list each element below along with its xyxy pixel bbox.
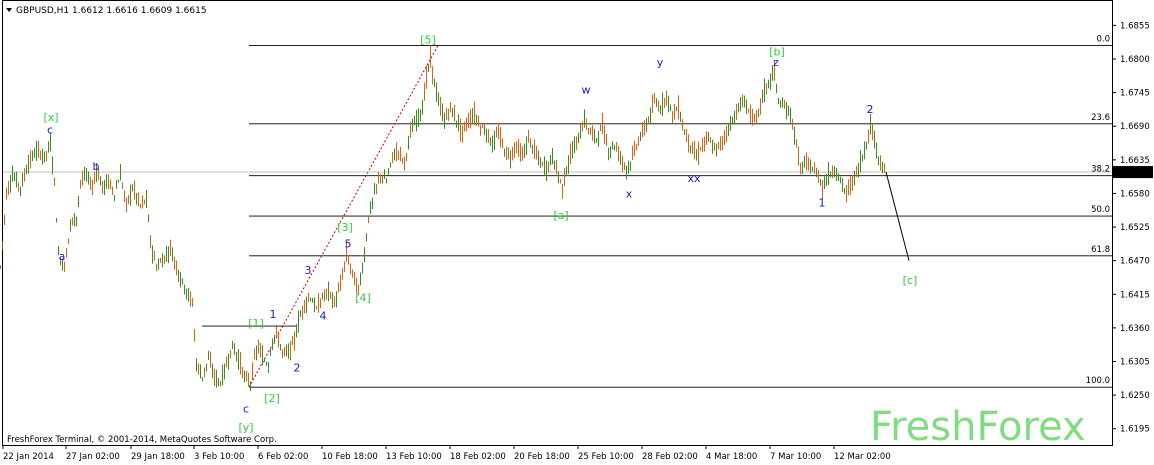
fib-level-label: 50.0	[1091, 205, 1110, 215]
x-tick-label: 27 Jan 02:00	[66, 452, 120, 462]
x-tick-label: 22 Jan 2014	[3, 452, 54, 462]
wave-label: a	[59, 250, 66, 263]
wave-label: [3]	[337, 221, 353, 234]
symbol-header-text: GBPUSD,H1 1.6612 1.6616 1.6609 1.6615	[16, 6, 207, 16]
wave-label: w	[582, 84, 591, 97]
y-tick-label: 1.6250	[1120, 391, 1150, 401]
wave-label: x	[626, 187, 633, 200]
wave-label: [4]	[355, 291, 371, 304]
wave-label: 2	[867, 103, 874, 116]
wave-label: [x]	[43, 111, 58, 124]
y-tick-label: 1.6360	[1120, 324, 1150, 334]
wave-label: 1	[819, 197, 826, 210]
x-tick-label: 6 Feb 02:00	[258, 452, 308, 462]
wave-label: 5	[345, 238, 352, 251]
y-tick-label: 1.6470	[1120, 257, 1150, 267]
current-price-label: 1.6615	[1116, 168, 1146, 178]
wave-label: [5]	[420, 33, 436, 46]
x-tick-label: 12 Mar 02:00	[834, 452, 891, 462]
wave-label: xx	[687, 172, 701, 185]
x-tick-label: 10 Feb 18:00	[322, 452, 378, 462]
wave-label: y	[657, 56, 664, 69]
fib-level-label: 0.0	[1096, 35, 1110, 45]
chart-frame	[2, 0, 1113, 446]
x-tick-label: 20 Feb 18:00	[514, 452, 570, 462]
chart-root: 0.0 23.6 38.2 50.0 61.8 100.0 [x] c b a [1] 1 2 [2] c…	[0, 0, 1154, 465]
wave-label: z	[773, 56, 779, 69]
x-tick-label: 25 Feb 10:00	[578, 452, 634, 462]
wave-label: c	[243, 403, 249, 416]
y-tick-label: 1.6635	[1120, 156, 1150, 166]
price-chart[interactable]: 0.023.638.250.061.8100.0 [x]cba[1]12[2]c…	[0, 0, 1154, 465]
symbol-header: GBPUSD,H1 1.6612 1.6616 1.6609 1.6615	[6, 6, 207, 16]
x-tick-label: 18 Feb 02:00	[450, 452, 506, 462]
wave-label: 3	[305, 264, 312, 277]
fib-level-label: 61.8	[1091, 245, 1110, 255]
y-tick-label: 1.6525	[1120, 223, 1150, 233]
y-tick-label: 1.6305	[1120, 358, 1150, 368]
fib-level-label: 23.6	[1091, 113, 1110, 123]
wave-label: [c]	[903, 274, 918, 287]
copyright-text: FreshForex Terminal, © 2001-2014, MetaQu…	[7, 435, 277, 445]
y-tick-label: 1.6415	[1120, 290, 1150, 300]
wave-label: c	[47, 123, 53, 136]
wave-label: [2]	[264, 392, 280, 405]
x-tick-label: 7 Mar 10:00	[770, 452, 821, 462]
y-tick-label: 1.6690	[1120, 122, 1150, 132]
wave-label: 2	[294, 362, 301, 375]
fib-level-label: 100.0	[1086, 376, 1110, 386]
y-tick-label: 1.6800	[1120, 55, 1150, 65]
wave-label: b	[93, 160, 100, 173]
y-tick-label: 1.6580	[1120, 189, 1150, 199]
x-tick-label: 13 Feb 10:00	[386, 452, 442, 462]
wave-label: 4	[320, 310, 327, 323]
x-tick-label: 3 Feb 10:00	[194, 452, 244, 462]
x-tick-label: 29 Jan 18:00	[131, 452, 185, 462]
wave-label: [1]	[248, 317, 264, 330]
y-tick-label: 1.6855	[1120, 21, 1150, 31]
wave-label: [a]	[553, 209, 568, 222]
wave-label: [y]	[238, 421, 253, 434]
y-tick-label: 1.6745	[1120, 89, 1150, 99]
fib-level-label: 38.2	[1091, 165, 1110, 175]
wave-label: 1	[270, 308, 277, 321]
brand-watermark: FreshForex	[870, 404, 1086, 450]
x-tick-label: 28 Feb 02:00	[642, 452, 698, 462]
x-tick-label: 4 Mar 18:00	[706, 452, 757, 462]
y-tick-label: 1.6195	[1120, 425, 1150, 435]
